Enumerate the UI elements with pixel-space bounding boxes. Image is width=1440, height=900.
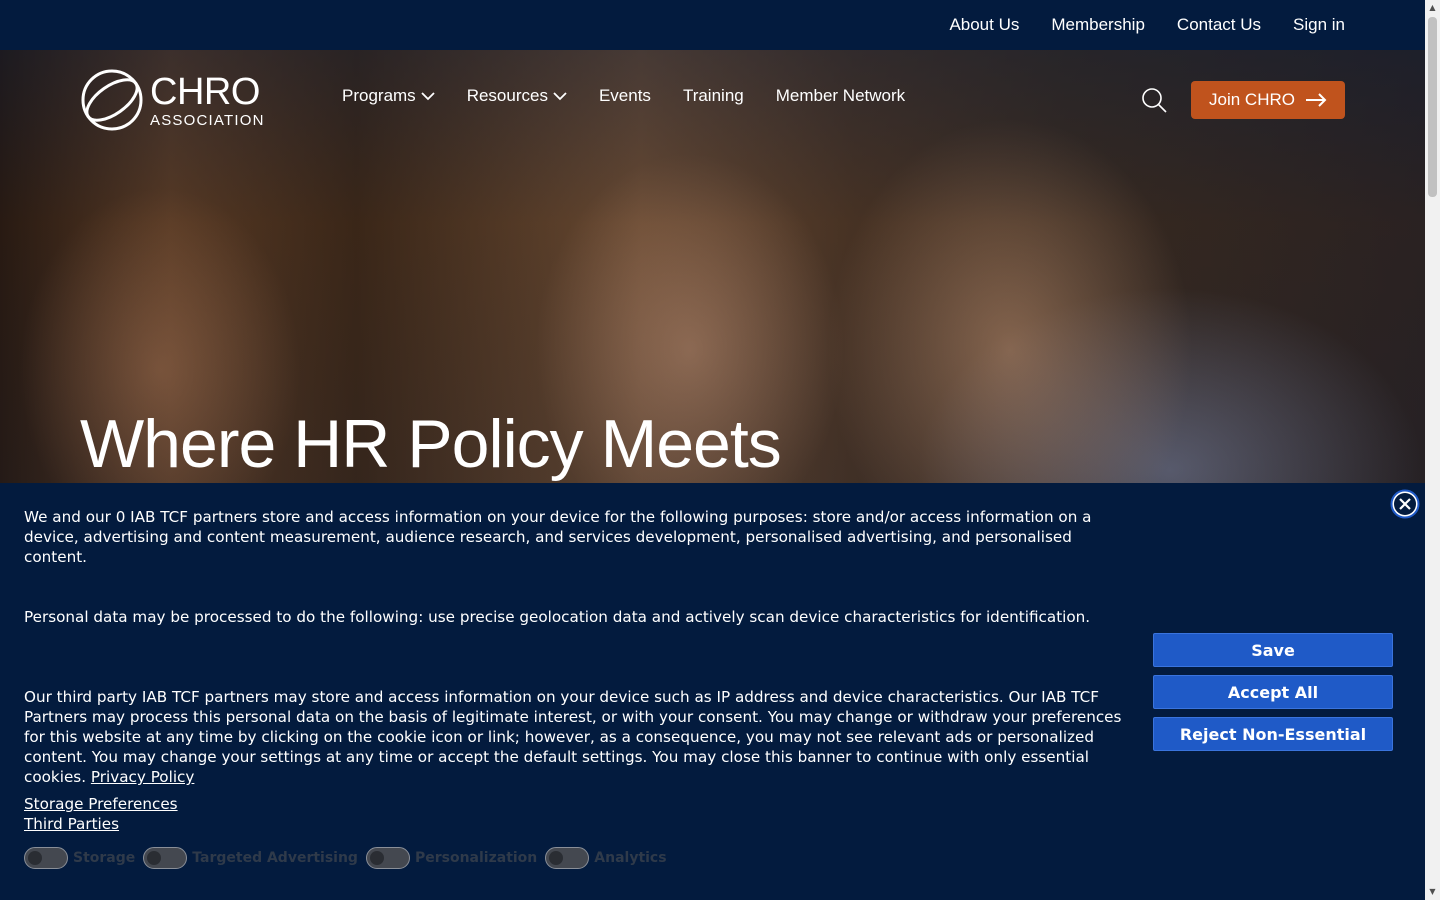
- about-us-link[interactable]: About Us: [949, 15, 1019, 35]
- logo-text-chro: CHRO: [150, 70, 260, 113]
- nav-member-network[interactable]: Member Network: [776, 86, 905, 106]
- save-button[interactable]: Save: [1153, 633, 1393, 667]
- logo-text-association: ASSOCIATION: [150, 111, 265, 129]
- cookie-banner: We and our 0 IAB TCF partners store and …: [0, 483, 1425, 900]
- toggle-personalization[interactable]: Personalization: [365, 847, 538, 869]
- arrow-right-icon: [1305, 93, 1327, 107]
- toggle-label: Storage: [73, 850, 136, 866]
- nav-events[interactable]: Events: [599, 86, 651, 106]
- storage-preferences-link[interactable]: Storage Preferences: [24, 795, 178, 813]
- scroll-down-icon[interactable]: ▼: [1428, 887, 1437, 897]
- page-scrollbar[interactable]: ▲ ▼: [1425, 0, 1440, 900]
- join-chro-button[interactable]: Join CHRO: [1191, 81, 1345, 119]
- toggle-label: Targeted Advertising: [192, 850, 358, 866]
- membership-link[interactable]: Membership: [1051, 15, 1145, 35]
- nav-training[interactable]: Training: [683, 86, 744, 106]
- chevron-down-icon: [553, 92, 567, 101]
- privacy-policy-link[interactable]: Privacy Policy: [91, 768, 195, 786]
- toggle-switch[interactable]: [365, 847, 410, 869]
- hero-title: Where HR Policy Meets: [80, 406, 782, 482]
- join-chro-label: Join CHRO: [1209, 90, 1295, 109]
- third-parties-link[interactable]: Third Parties: [24, 815, 119, 833]
- toggle-targeted-advertising[interactable]: Targeted Advertising: [143, 847, 358, 869]
- close-icon[interactable]: [1390, 489, 1420, 519]
- toggle-label: Personalization: [414, 850, 538, 866]
- nav-training-label: Training: [682, 86, 744, 105]
- toggle-switch[interactable]: [545, 847, 590, 869]
- chro-logo[interactable]: CHRO ASSOCIATION: [80, 68, 280, 132]
- consent-toggles: Storage Targeted Advertising Personaliza…: [24, 847, 675, 869]
- cookie-text-partners: Our third party IAB TCF partners may sto…: [24, 687, 1136, 787]
- chevron-down-icon: [421, 92, 435, 101]
- nav-events-label: Events: [598, 86, 651, 105]
- nav-programs[interactable]: Programs: [342, 86, 435, 106]
- toggle-label: Analytics: [594, 850, 667, 866]
- nav-resources[interactable]: Resources: [467, 86, 567, 106]
- scroll-thumb[interactable]: [1428, 17, 1437, 197]
- nav-programs-label: Programs: [342, 86, 416, 105]
- toggle-switch[interactable]: [24, 847, 68, 869]
- toggle-storage[interactable]: Storage: [24, 847, 135, 869]
- contact-us-link[interactable]: Contact Us: [1177, 15, 1261, 35]
- search-icon[interactable]: [1140, 86, 1168, 114]
- main-nav: Programs Resources Events Training Membe…: [342, 86, 937, 106]
- toggle-switch[interactable]: [143, 847, 188, 869]
- toggle-analytics[interactable]: Analytics: [545, 847, 667, 869]
- cookie-text-purposes: We and our 0 IAB TCF partners store and …: [24, 508, 1092, 566]
- reject-non-essential-button[interactable]: Reject Non-Essential: [1153, 717, 1393, 751]
- scroll-up-icon[interactable]: ▲: [1428, 3, 1437, 13]
- nav-resources-label: Resources: [466, 86, 548, 105]
- sign-in-link[interactable]: Sign in: [1293, 15, 1345, 35]
- logo-mark-icon: [81, 69, 143, 131]
- nav-member-network-label: Member Network: [775, 86, 906, 105]
- utility-bar: About Us Membership Contact Us Sign in: [0, 0, 1425, 50]
- accept-all-button[interactable]: Accept All: [1153, 675, 1393, 709]
- cookie-text-personal-data: Personal data may be processed to do the…: [24, 608, 1091, 626]
